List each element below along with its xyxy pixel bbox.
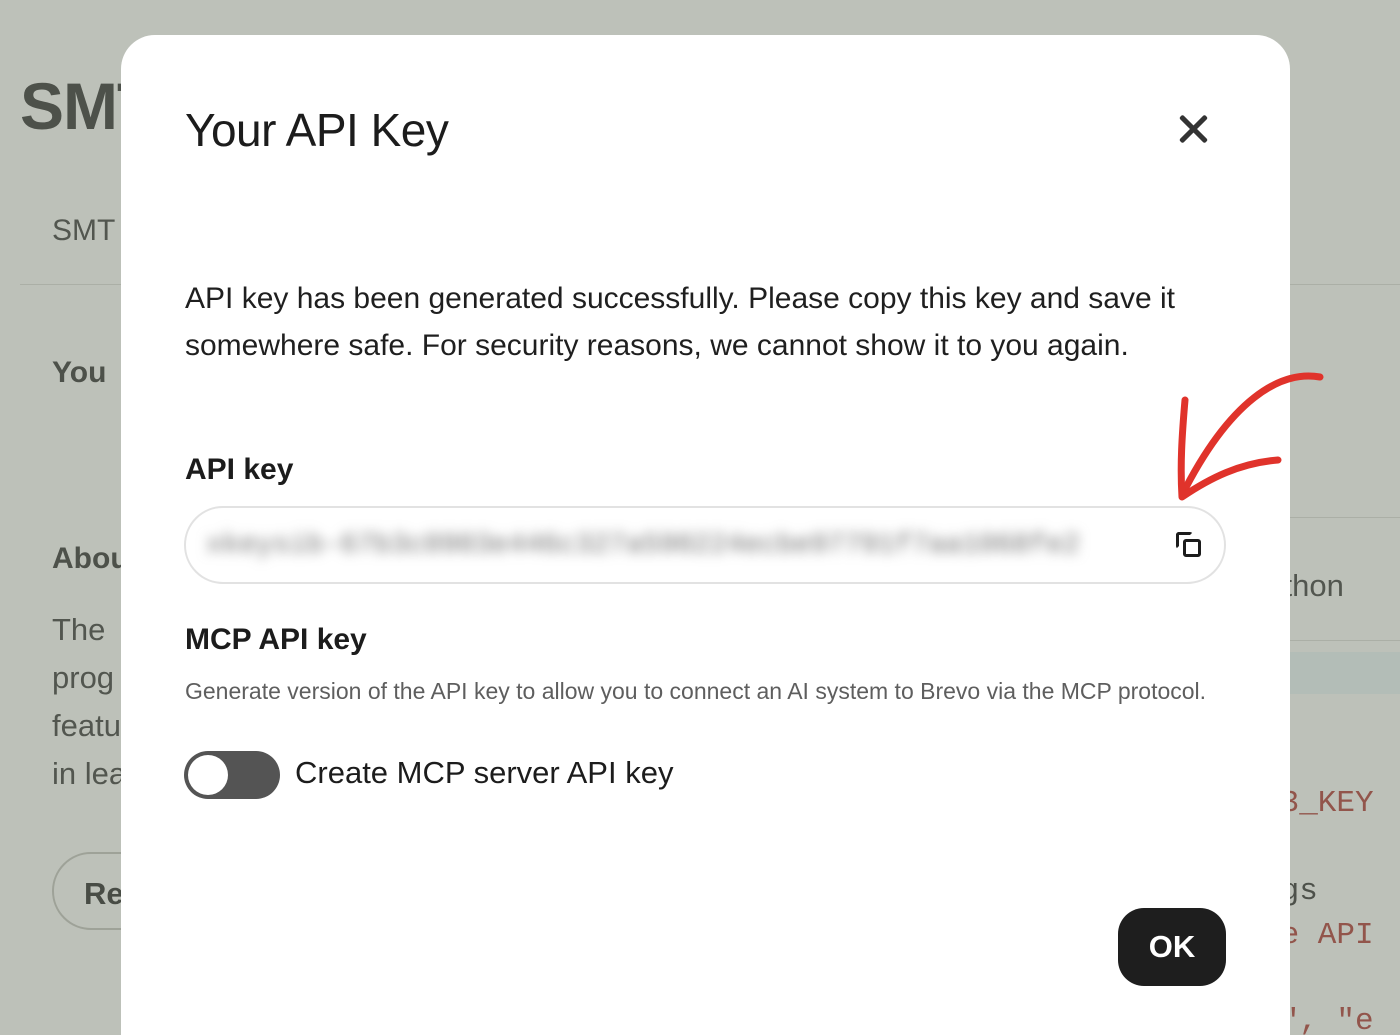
api-key-label: API key bbox=[185, 453, 294, 486]
api-key-modal: Your API Key API key has been generated … bbox=[121, 35, 1290, 1035]
copy-icon-front bbox=[1183, 539, 1201, 557]
toggle-knob bbox=[188, 755, 228, 795]
close-icon[interactable] bbox=[1173, 109, 1213, 149]
modal-title: Your API Key bbox=[185, 104, 449, 156]
api-key-value[interactable]: xkeysib-67b3c0903e446c327a590224ecbe9779… bbox=[206, 530, 1146, 561]
ok-button[interactable]: OK bbox=[1118, 908, 1226, 986]
api-key-field[interactable]: xkeysib-67b3c0903e446c327a590224ecbe9779… bbox=[184, 506, 1226, 584]
red-arrow-annotation bbox=[1177, 372, 1324, 501]
mcp-toggle-label[interactable]: Create MCP server API key bbox=[295, 755, 673, 791]
copy-icon[interactable] bbox=[1170, 526, 1210, 566]
mcp-api-key-description: Generate version of the API key to allow… bbox=[185, 678, 1207, 704]
mcp-toggle[interactable] bbox=[184, 751, 280, 799]
mcp-api-key-title: MCP API key bbox=[185, 623, 367, 656]
modal-description: API key has been generated successfully.… bbox=[185, 282, 1175, 362]
